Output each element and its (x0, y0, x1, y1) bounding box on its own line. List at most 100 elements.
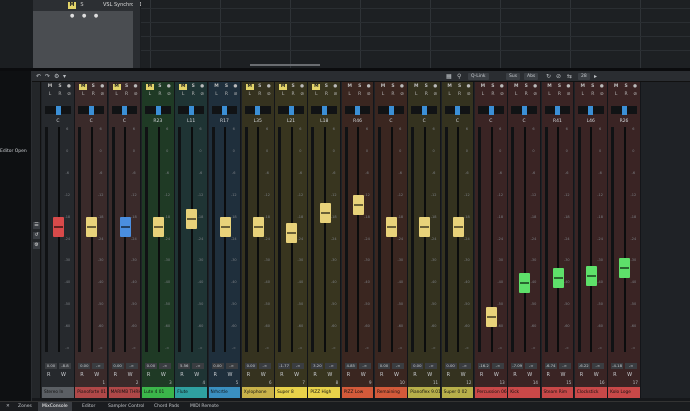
solo-button[interactable]: S (289, 84, 297, 90)
volume-value[interactable]: 0.00 (45, 363, 57, 369)
fader-track[interactable] (623, 127, 626, 352)
pan-indicator[interactable] (322, 106, 328, 115)
volume-fader[interactable] (319, 202, 331, 223)
peak-value[interactable]: -∞ (192, 363, 205, 369)
record-enable-button[interactable]: ● (465, 84, 473, 90)
horizontal-scrollbar[interactable] (250, 64, 320, 66)
fader-track[interactable] (557, 127, 560, 352)
volume-fader[interactable] (153, 217, 165, 238)
peak-value[interactable]: -∞ (292, 363, 305, 369)
listen-button[interactable]: L (412, 92, 420, 98)
volume-value[interactable]: 0.00 (411, 363, 424, 369)
automation-write-button[interactable]: W (61, 372, 66, 379)
record-enable-button[interactable]: ● (232, 84, 240, 90)
automation-write-button[interactable]: W (294, 372, 299, 379)
listen-button[interactable]: L (546, 92, 554, 98)
volume-value[interactable]: 5.56 (178, 363, 191, 369)
volume-fader[interactable] (119, 217, 131, 238)
pan-indicator[interactable] (388, 106, 394, 115)
link-icon[interactable]: ⚲ (457, 73, 461, 80)
peak-value[interactable]: -∞ (392, 363, 404, 369)
fader-track[interactable] (57, 127, 60, 352)
record-enable-button[interactable]: ● (631, 84, 639, 90)
read-button[interactable]: R (56, 92, 64, 98)
solo-button[interactable]: S (589, 84, 597, 90)
listen-button[interactable]: L (46, 92, 54, 98)
automation-write-button[interactable]: W (194, 372, 199, 379)
fader-track[interactable] (423, 127, 426, 352)
read-button[interactable]: R (522, 92, 530, 98)
volume-fader[interactable] (386, 217, 398, 238)
peak-value[interactable]: -∞ (625, 363, 638, 369)
read-button[interactable]: R (123, 92, 131, 98)
automation-read-button[interactable]: R (413, 372, 416, 379)
pan-indicator[interactable] (255, 106, 261, 115)
peak-value[interactable]: -∞ (425, 363, 438, 369)
mute-button[interactable]: M (279, 84, 288, 90)
mute-button[interactable]: M (379, 84, 387, 90)
tab-sampler-control[interactable]: Sampler Control (104, 402, 148, 411)
listen-button[interactable]: L (346, 92, 354, 98)
write-button[interactable]: ⊘ (265, 92, 273, 98)
channel-name[interactable]: Flute (175, 387, 207, 398)
fader-track[interactable] (124, 127, 127, 352)
write-button[interactable]: ⊘ (498, 92, 506, 98)
channel-name[interactable]: MARIMB THRHR (108, 387, 141, 398)
volume-fader[interactable] (286, 223, 298, 244)
record-enable-button[interactable]: ● (431, 84, 439, 90)
mute-button[interactable]: M (612, 84, 620, 90)
automation-write-button[interactable]: W (561, 372, 566, 379)
write-button[interactable]: ⊘ (598, 92, 606, 98)
automation-read-button[interactable]: R (613, 372, 616, 379)
write-button[interactable]: ⊘ (65, 92, 73, 98)
pan-indicator[interactable] (122, 106, 128, 115)
write-button[interactable]: ⊘ (565, 92, 573, 98)
record-enable-button[interactable]: ● (565, 84, 573, 90)
automation-write-button[interactable]: W (594, 372, 599, 379)
solo-button[interactable]: S (256, 84, 264, 90)
volume-fader[interactable] (519, 272, 531, 293)
write-button[interactable]: ⊘ (232, 92, 240, 98)
volume-fader[interactable] (452, 217, 464, 238)
solo-button[interactable]: S (189, 84, 197, 90)
solo-button[interactable]: S (422, 84, 430, 90)
mute-button[interactable]: M (479, 84, 487, 90)
write-button[interactable]: ⊘ (531, 92, 539, 98)
volume-value[interactable]: -6.74 (544, 363, 557, 369)
settings-icon[interactable]: ⚙ (33, 242, 40, 249)
read-button[interactable]: R (589, 92, 597, 98)
automation-read-button[interactable]: R (114, 372, 117, 379)
peak-value[interactable]: -8.8 (59, 363, 71, 369)
close-icon[interactable]: ✕ (2, 402, 14, 411)
write-button[interactable]: ⊘ (331, 92, 339, 98)
mute-all-icon[interactable]: ⊘ (556, 73, 561, 80)
write-button[interactable]: ⊘ (298, 92, 306, 98)
channel-name[interactable]: Steam Rim (541, 387, 574, 398)
write-button[interactable]: ⊘ (431, 92, 439, 98)
channel-name[interactable]: Pianoforte 01 (?) (75, 387, 108, 398)
listen-button[interactable]: L (312, 92, 320, 98)
record-enable-button[interactable]: ● (165, 84, 173, 90)
listen-button[interactable]: L (446, 92, 454, 98)
pan-indicator[interactable] (488, 106, 494, 115)
automation-read-button[interactable]: R (380, 372, 383, 379)
listen-button[interactable]: L (146, 92, 154, 98)
write-button[interactable]: ⊘ (198, 92, 206, 98)
fader-track[interactable] (523, 127, 526, 352)
record-enable-button[interactable]: ● (498, 84, 506, 90)
peak-value[interactable]: -∞ (258, 363, 271, 369)
read-button[interactable]: R (289, 92, 297, 98)
automation-read-button[interactable]: R (180, 372, 183, 379)
channel-name[interactable]: Remaining (375, 387, 407, 398)
solo-defeat-icon[interactable]: ↻ (546, 73, 551, 80)
read-button[interactable]: R (556, 92, 564, 98)
sync-icon[interactable]: ↺ (33, 232, 40, 239)
record-enable-button[interactable]: ● (331, 84, 339, 90)
track-control-icons[interactable]: ● ● ● (70, 13, 101, 19)
listen-button[interactable]: L (379, 92, 387, 98)
write-button[interactable]: ⊘ (631, 92, 639, 98)
write-button[interactable]: ⊘ (132, 92, 140, 98)
pan-indicator[interactable] (588, 106, 594, 115)
channel-name[interactable]: Kolo Loge (608, 387, 640, 398)
channel-name[interactable]: Super 0 02 (441, 387, 474, 398)
